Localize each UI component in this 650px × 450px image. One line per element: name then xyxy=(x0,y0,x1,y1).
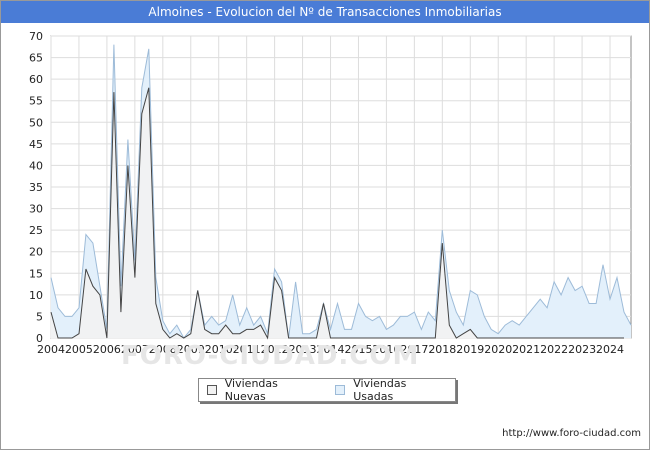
x-tick-label: 2018 xyxy=(428,343,456,356)
legend-item-usadas: Viviendas Usadas xyxy=(335,377,447,403)
y-axis-ticks: 0510152025303540455055606570 xyxy=(29,30,43,345)
y-tick-label: 20 xyxy=(29,246,43,259)
legend: Viviendas Nuevas Viviendas Usadas xyxy=(198,377,456,403)
y-tick-label: 40 xyxy=(29,159,43,172)
y-tick-label: 35 xyxy=(29,181,43,194)
y-tick-label: 10 xyxy=(29,289,43,302)
x-tick-label: 2019 xyxy=(456,343,484,356)
y-tick-label: 25 xyxy=(29,224,43,237)
y-tick-label: 70 xyxy=(29,30,43,43)
legend-swatch-usadas xyxy=(335,385,346,395)
legend-label-nuevas: Viviendas Nuevas xyxy=(224,377,278,403)
y-tick-label: 55 xyxy=(29,95,43,108)
watermark: FORO-CIUDAD.COM xyxy=(121,341,420,371)
legend-label-usadas: Viviendas Usadas xyxy=(353,377,407,403)
legend-swatch-nuevas xyxy=(207,385,217,395)
y-tick-label: 65 xyxy=(29,52,43,65)
x-tick-label: 2022 xyxy=(540,343,568,356)
x-tick-label: 2023 xyxy=(568,343,596,356)
y-tick-label: 15 xyxy=(29,267,43,280)
y-tick-label: 50 xyxy=(29,116,43,129)
footer-url[interactable]: http://www.foro-ciudad.com xyxy=(502,428,641,439)
y-tick-label: 5 xyxy=(36,310,43,323)
y-tick-label: 60 xyxy=(29,73,43,86)
x-tick-label: 2021 xyxy=(512,343,540,356)
x-tick-label: 2024 xyxy=(596,343,624,356)
legend-item-nuevas: Viviendas Nuevas xyxy=(207,377,319,403)
x-tick-label: 2005 xyxy=(65,343,93,356)
y-tick-label: 45 xyxy=(29,138,43,151)
y-tick-label: 30 xyxy=(29,203,43,216)
x-tick-label: 2006 xyxy=(93,343,121,356)
x-tick-label: 2004 xyxy=(37,343,65,356)
x-tick-label: 2020 xyxy=(484,343,512,356)
chart-frame: Almoines - Evolucion del Nº de Transacci… xyxy=(0,0,650,450)
